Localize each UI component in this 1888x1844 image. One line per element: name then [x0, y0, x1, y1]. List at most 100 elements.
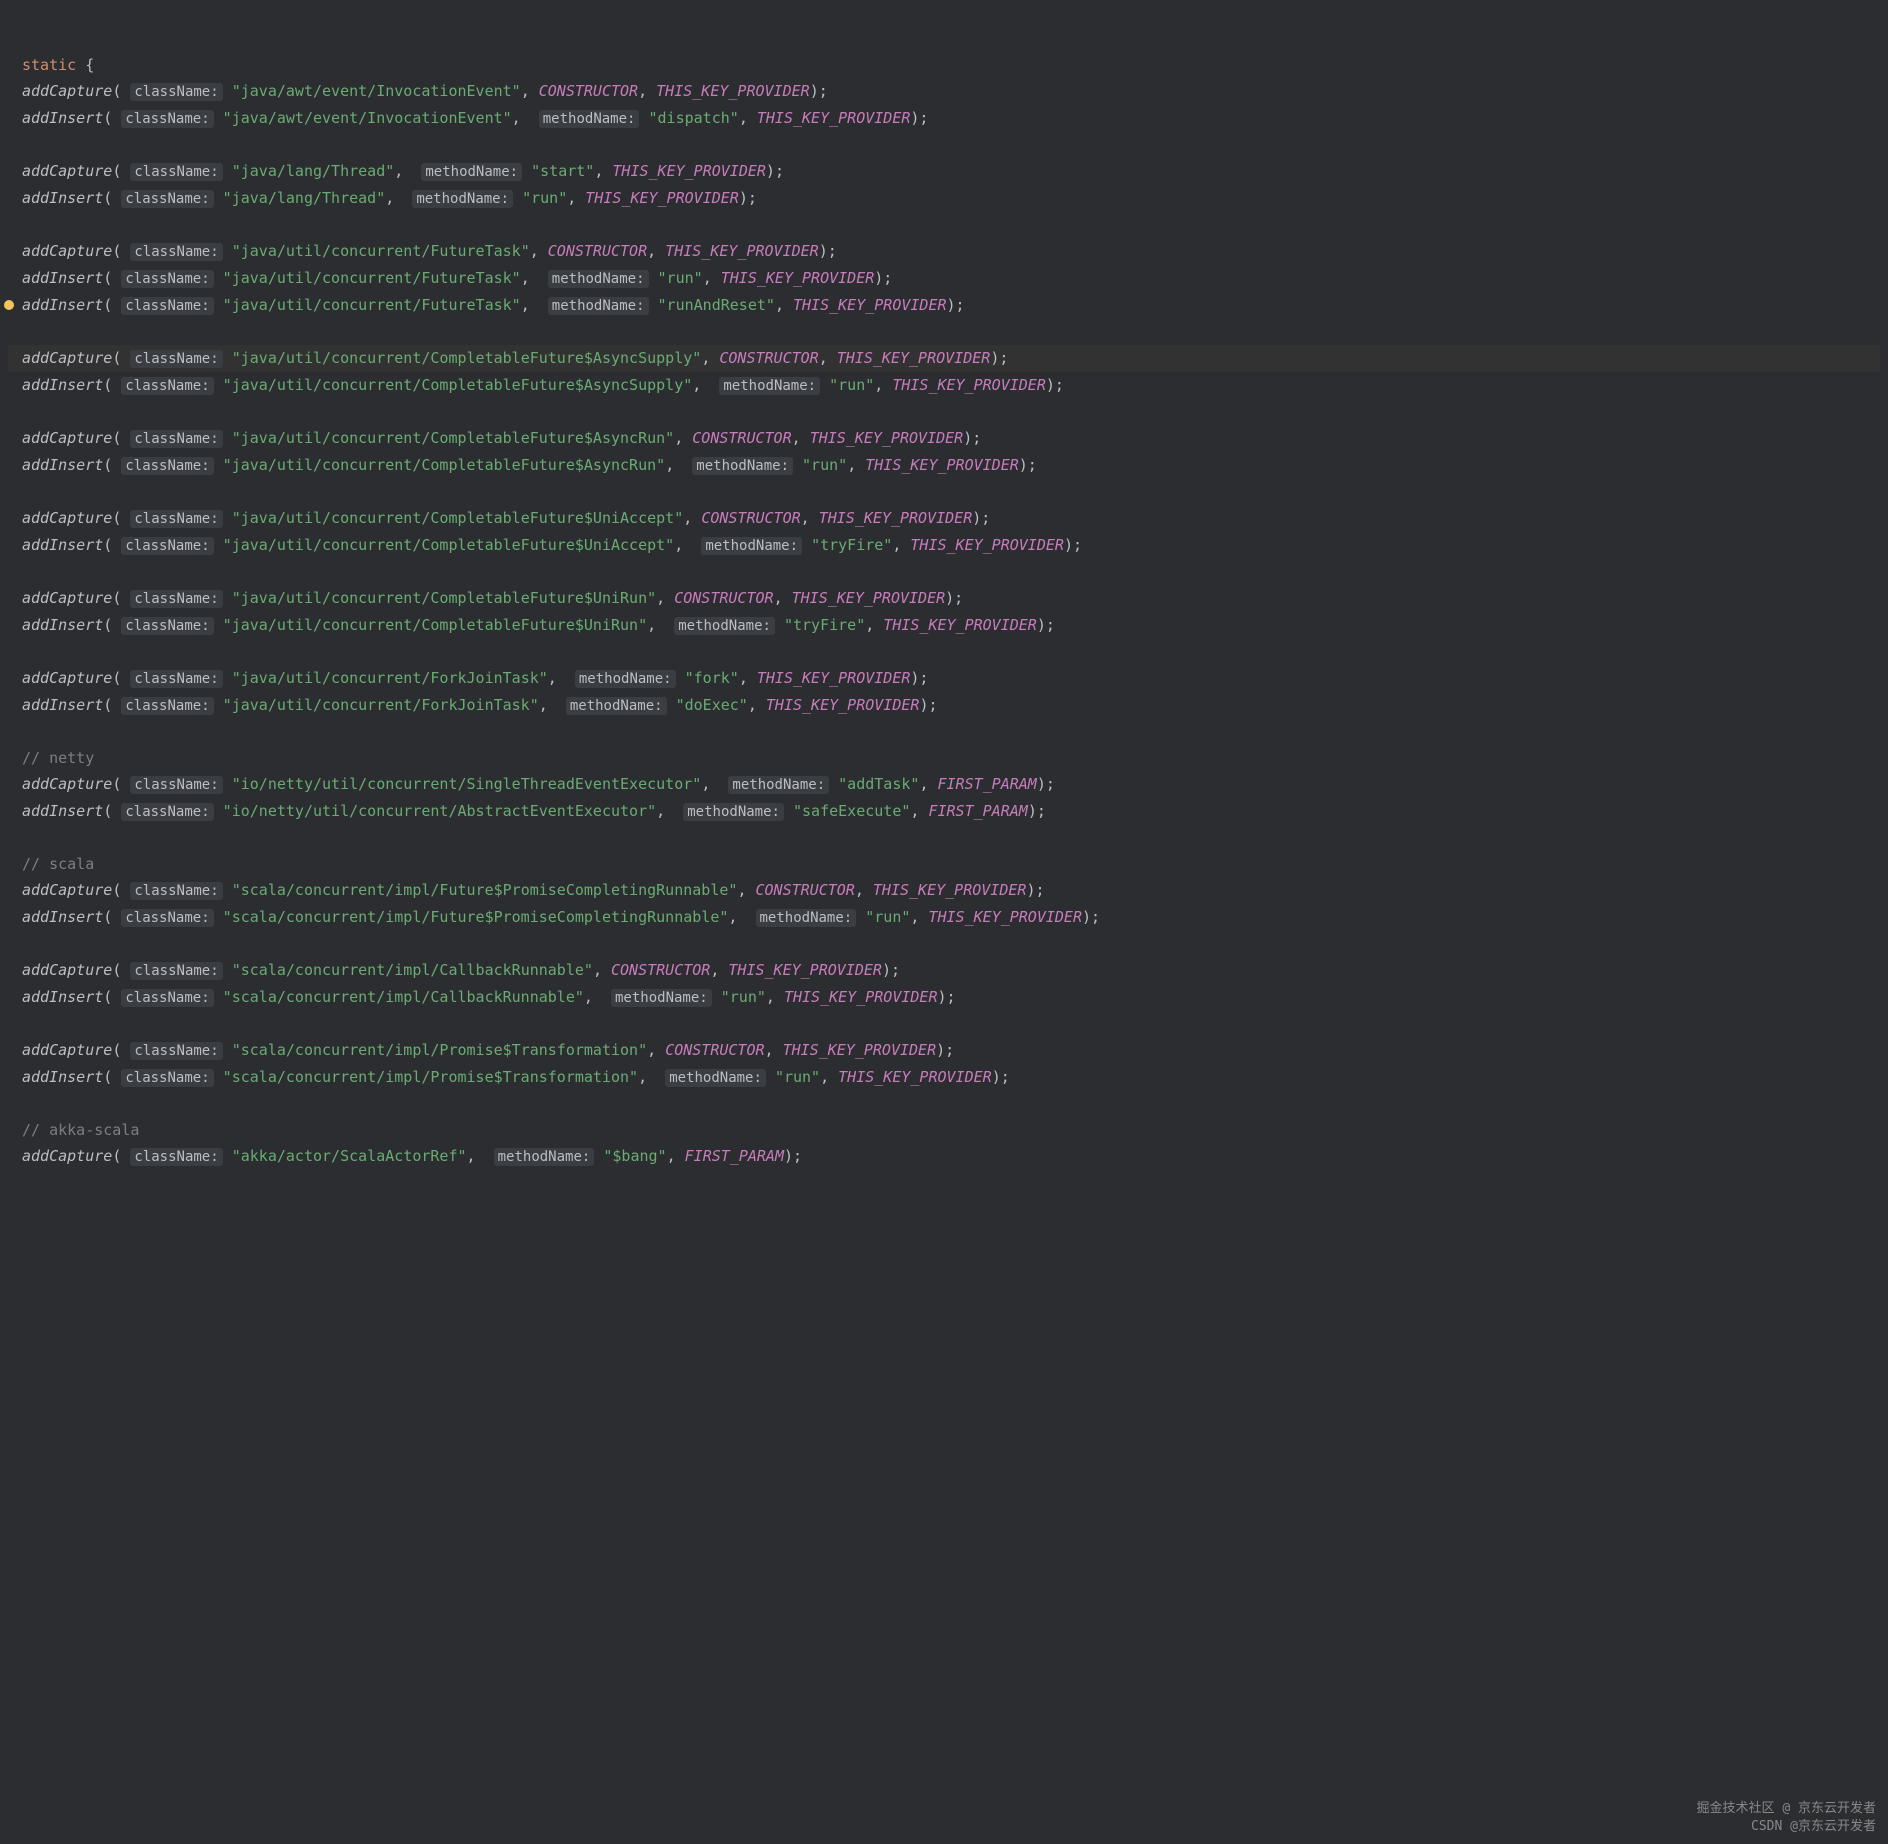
param-label-methodname: methodName: [566, 697, 667, 715]
param-label-classname: className: [121, 537, 213, 555]
code-line: addCapture( className: "java/awt/event/I… [8, 78, 1880, 105]
constant-provider: THIS_KEY_PROVIDER [728, 961, 882, 979]
function-call: addCapture [22, 881, 112, 899]
param-label-classname: className: [121, 909, 213, 927]
code-line: addInsert( className: "scala/concurrent/… [8, 1064, 1880, 1091]
string-literal: "io/netty/util/concurrent/AbstractEventE… [223, 802, 656, 820]
constant-provider: THIS_KEY_PROVIDER [757, 669, 911, 687]
function-call: addCapture [22, 429, 112, 447]
string-literal: "scala/concurrent/impl/Promise$Transform… [223, 1068, 638, 1086]
code-line [8, 719, 1880, 745]
string-literal: "java/util/concurrent/CompletableFuture$… [223, 536, 675, 554]
constant-provider: THIS_KEY_PROVIDER [783, 1041, 937, 1059]
string-literal: "runAndReset" [658, 296, 775, 314]
watermark-line1: 掘金技术社区 @ 京东云开发者 [1697, 1800, 1876, 1818]
function-call: addCapture [22, 82, 112, 100]
string-literal: "run" [721, 988, 766, 1006]
function-call: addCapture [22, 961, 112, 979]
function-call: addCapture [22, 509, 112, 527]
constant-provider: THIS_KEY_PROVIDER [721, 269, 875, 287]
param-label-methodname: methodName: [692, 457, 793, 475]
function-call: addCapture [22, 242, 112, 260]
string-literal: "java/util/concurrent/CompletableFuture$… [232, 349, 702, 367]
constant-constructor: CONSTRUCTOR [539, 82, 638, 100]
function-call: addCapture [22, 162, 112, 180]
code-line: addCapture( className: "java/util/concur… [8, 585, 1880, 612]
constant-provider: FIRST_PARAM [938, 775, 1037, 793]
constant-provider: THIS_KEY_PROVIDER [892, 376, 1046, 394]
string-literal: "scala/concurrent/impl/CallbackRunnable" [223, 988, 584, 1006]
function-call: addInsert [22, 376, 103, 394]
string-literal: "scala/concurrent/impl/Promise$Transform… [232, 1041, 647, 1059]
string-literal: "run" [802, 456, 847, 474]
code-line: addCapture( className: "java/util/concur… [8, 505, 1880, 532]
code-line [8, 559, 1880, 585]
string-literal: "java/util/concurrent/FutureTask" [232, 242, 530, 260]
code-line [8, 319, 1880, 345]
param-label-classname: className: [130, 962, 222, 980]
param-label-classname: className: [121, 377, 213, 395]
param-label-classname: className: [121, 297, 213, 315]
param-label-classname: className: [121, 190, 213, 208]
string-literal: "tryFire" [811, 536, 892, 554]
constant-provider: THIS_KEY_PROVIDER [766, 696, 920, 714]
string-literal: "run" [522, 189, 567, 207]
gutter-bulb-icon[interactable] [4, 300, 14, 310]
param-label-methodname: methodName: [494, 1148, 595, 1166]
constant-provider: FIRST_PARAM [685, 1147, 784, 1165]
param-label-methodname: methodName: [701, 537, 802, 555]
constant-constructor: CONSTRUCTOR [701, 509, 800, 527]
code-line: addCapture( className: "akka/actor/Scala… [8, 1143, 1880, 1170]
param-label-classname: className: [130, 670, 222, 688]
code-line: addInsert( className: "java/util/concurr… [8, 372, 1880, 399]
param-label-methodname: methodName: [611, 989, 712, 1007]
code-comment: // akka-scala [22, 1121, 139, 1139]
string-literal: "java/util/concurrent/CompletableFuture$… [223, 616, 647, 634]
code-line: // akka-scala [8, 1117, 1880, 1143]
constant-provider: THIS_KEY_PROVIDER [873, 881, 1027, 899]
param-label-classname: className: [121, 989, 213, 1007]
string-literal: "java/awt/event/InvocationEvent" [232, 82, 521, 100]
code-line: addInsert( className: "scala/concurrent/… [8, 984, 1880, 1011]
param-label-methodname: methodName: [674, 617, 775, 635]
string-literal: "dispatch" [649, 109, 739, 127]
string-literal: "run" [865, 908, 910, 926]
string-literal: "java/awt/event/InvocationEvent" [223, 109, 512, 127]
code-line [8, 639, 1880, 665]
string-literal: "tryFire" [784, 616, 865, 634]
param-label-methodname: methodName: [421, 163, 522, 181]
code-editor[interactable]: static {addCapture( className: "java/awt… [0, 0, 1888, 1204]
param-label-classname: className: [130, 1042, 222, 1060]
param-label-classname: className: [121, 457, 213, 475]
string-literal: "start" [531, 162, 594, 180]
string-literal: "scala/concurrent/impl/Future$PromiseCom… [232, 881, 738, 899]
function-call: addCapture [22, 1147, 112, 1165]
string-literal: "java/lang/Thread" [232, 162, 395, 180]
param-label-methodname: methodName: [719, 377, 820, 395]
param-label-methodname: methodName: [728, 776, 829, 794]
watermark: 掘金技术社区 @ 京东云开发者 CSDN @京东云开发者 [1697, 1800, 1876, 1836]
param-label-methodname: methodName: [548, 270, 649, 288]
constant-constructor: CONSTRUCTOR [665, 1041, 764, 1059]
code-line: addInsert( className: "io/netty/util/con… [8, 798, 1880, 825]
constant-constructor: CONSTRUCTOR [719, 349, 818, 367]
code-line: addCapture( className: "io/netty/util/co… [8, 771, 1880, 798]
param-label-classname: className: [121, 617, 213, 635]
function-call: addCapture [22, 669, 112, 687]
string-literal: "io/netty/util/concurrent/SingleThreadEv… [232, 775, 702, 793]
code-line: addCapture( className: "java/util/concur… [8, 345, 1880, 372]
function-call: addInsert [22, 536, 103, 554]
code-line: addCapture( className: "scala/concurrent… [8, 877, 1880, 904]
code-line: addCapture( className: "scala/concurrent… [8, 957, 1880, 984]
string-literal: "java/util/concurrent/FutureTask" [223, 269, 521, 287]
string-literal: "java/util/concurrent/ForkJoinTask" [223, 696, 539, 714]
param-label-classname: className: [130, 882, 222, 900]
param-label-methodname: methodName: [575, 670, 676, 688]
constant-provider: THIS_KEY_PROVIDER [792, 589, 946, 607]
code-line: addInsert( className: "java/util/concurr… [8, 292, 1880, 319]
param-label-methodname: methodName: [756, 909, 857, 927]
string-literal: "safeExecute" [793, 802, 910, 820]
code-line: addCapture( className: "scala/concurrent… [8, 1037, 1880, 1064]
code-line [8, 479, 1880, 505]
string-literal: "run" [775, 1068, 820, 1086]
